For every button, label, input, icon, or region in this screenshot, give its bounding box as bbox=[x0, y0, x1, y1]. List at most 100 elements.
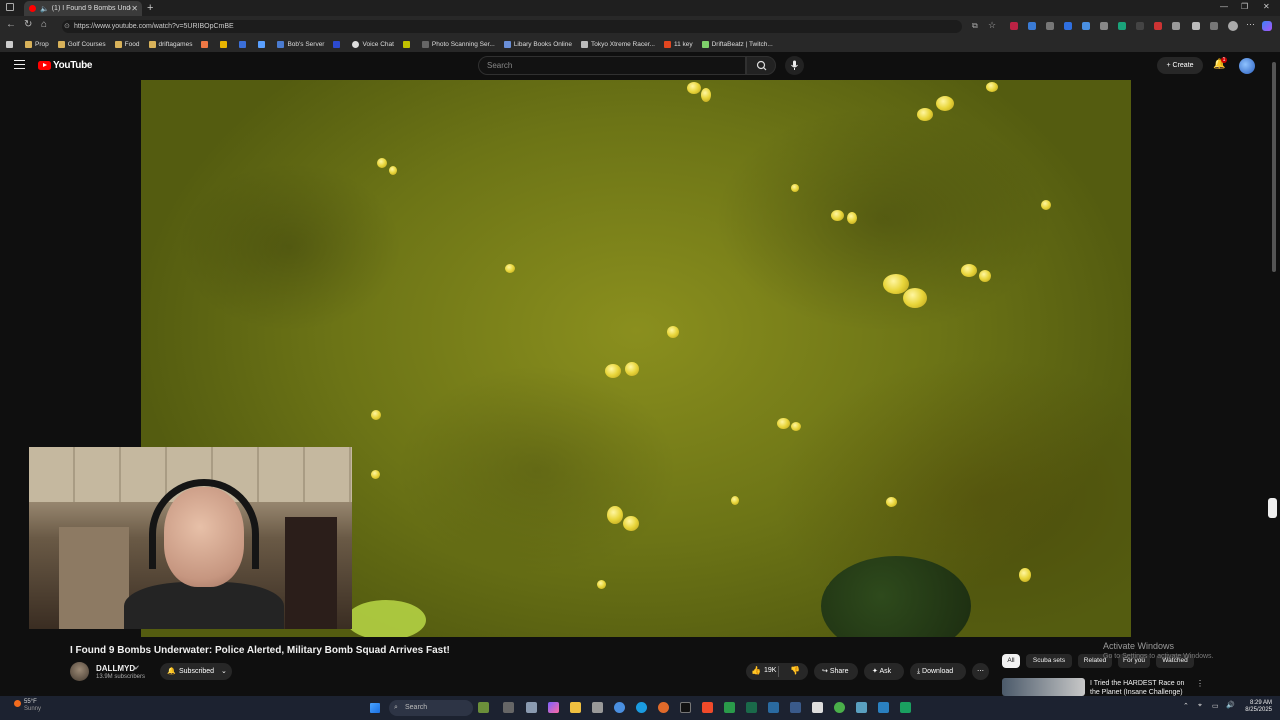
thumbs-down-icon[interactable]: 👎 bbox=[790, 666, 800, 675]
voice-search-button[interactable] bbox=[785, 56, 804, 75]
minimize-icon[interactable]: — bbox=[1220, 2, 1228, 11]
site-info-icon[interactable]: ⊙ bbox=[64, 22, 70, 30]
app-icon[interactable] bbox=[746, 702, 757, 713]
excel-icon[interactable] bbox=[724, 702, 735, 713]
like-count[interactable]: 19K bbox=[764, 667, 776, 674]
taskbar-search[interactable]: ⌕ Search bbox=[389, 700, 473, 716]
tray-monitor-icon[interactable]: ▭ bbox=[1212, 702, 1219, 710]
bookmark-11-key[interactable]: 11 key bbox=[663, 40, 693, 48]
account-avatar[interactable] bbox=[1239, 58, 1255, 74]
chip-all[interactable]: All bbox=[1002, 654, 1020, 668]
brave-icon[interactable] bbox=[702, 702, 713, 713]
maps-icon[interactable] bbox=[834, 702, 845, 713]
side-widget[interactable] bbox=[1268, 498, 1277, 518]
home-icon[interactable]: ⌂ bbox=[41, 19, 47, 30]
extension-icon[interactable] bbox=[1136, 22, 1144, 30]
bookmark-tokyo-xtreme[interactable]: Tokyo Xtreme Racer... bbox=[580, 40, 655, 48]
channel-name[interactable]: DALLMYD bbox=[96, 664, 135, 673]
bookmark-star-icon[interactable]: ☆ bbox=[988, 20, 996, 31]
app-icon[interactable] bbox=[900, 702, 911, 713]
tray-volume-icon[interactable]: 🔊 bbox=[1226, 701, 1235, 709]
copilot-icon[interactable] bbox=[1262, 21, 1272, 31]
channel-avatar[interactable] bbox=[70, 662, 89, 681]
extension-icon[interactable] bbox=[1100, 22, 1108, 30]
extension-icon[interactable] bbox=[1154, 22, 1162, 30]
bookmark-photo-scanning[interactable]: Photo Scanning Ser... bbox=[421, 40, 495, 48]
task-view-icon[interactable] bbox=[503, 702, 514, 713]
tray-location-icon[interactable]: ⌖ bbox=[1198, 702, 1202, 710]
share-button[interactable]: ↪ Share bbox=[814, 663, 858, 680]
tray-chevron-up-icon[interactable]: ⌃ bbox=[1183, 702, 1189, 710]
windows-start-icon[interactable] bbox=[370, 703, 380, 713]
terminal-icon[interactable] bbox=[680, 702, 691, 713]
download-button[interactable]: ⤓ Download bbox=[910, 663, 966, 680]
extension-icon[interactable] bbox=[1064, 22, 1072, 30]
recommendation-more-icon[interactable]: ⋮ bbox=[1196, 679, 1204, 688]
bookmark-icon-only[interactable] bbox=[402, 40, 413, 48]
bookmark-icon-only[interactable] bbox=[239, 40, 249, 48]
app-icon[interactable] bbox=[614, 702, 625, 713]
subscribed-button[interactable]: 🔔 Subscribed ⌄ bbox=[160, 663, 232, 680]
extension-icon[interactable] bbox=[1010, 22, 1018, 30]
recommended-video-title[interactable]: I Tried the HARDEST Race on the Planet (… bbox=[1090, 679, 1190, 696]
file-explorer-icon[interactable] bbox=[570, 702, 581, 713]
app-icon[interactable] bbox=[856, 702, 867, 713]
bookmark-prop[interactable]: Prop bbox=[25, 40, 49, 48]
bookmark-icon-only[interactable] bbox=[333, 40, 343, 48]
close-window-icon[interactable]: ✕ bbox=[1263, 2, 1270, 11]
recommended-video-thumbnail[interactable] bbox=[1002, 678, 1085, 696]
extension-icon[interactable] bbox=[1118, 22, 1126, 30]
new-tab-button[interactable]: + bbox=[147, 2, 153, 14]
settings-gear-icon[interactable] bbox=[526, 702, 537, 713]
extensions-puzzle-icon[interactable] bbox=[1192, 22, 1200, 30]
bookmark-icon-only[interactable] bbox=[201, 40, 211, 48]
bookmark-folder-icon[interactable] bbox=[6, 40, 16, 48]
thumbs-up-icon[interactable]: 👍 bbox=[751, 666, 761, 675]
bookmark-food[interactable]: Food bbox=[114, 40, 140, 48]
app-icon[interactable] bbox=[768, 702, 779, 713]
bookmark-library-books[interactable]: Libary Books Online bbox=[503, 40, 572, 48]
app-icon[interactable] bbox=[812, 702, 823, 713]
install-app-icon[interactable]: ⧉ bbox=[972, 21, 978, 31]
search-button[interactable] bbox=[746, 56, 776, 75]
bookmark-driftagames[interactable]: driftagames bbox=[148, 40, 192, 48]
page-scrollbar[interactable] bbox=[1272, 62, 1276, 272]
store-icon[interactable] bbox=[592, 702, 603, 713]
copilot-app-icon[interactable] bbox=[548, 702, 559, 713]
hamburger-menu-icon[interactable] bbox=[14, 60, 25, 69]
ask-button[interactable]: ✦ Ask bbox=[864, 663, 904, 680]
restore-icon[interactable]: ❐ bbox=[1241, 2, 1248, 11]
reload-icon[interactable]: ↻ bbox=[24, 19, 32, 30]
taskbar-clock[interactable]: 8:29 AM 8/25/2025 bbox=[1240, 700, 1272, 714]
bookmark-voice-chat[interactable]: Voice Chat bbox=[352, 40, 394, 48]
chip-scuba-sets[interactable]: Scuba sets bbox=[1026, 654, 1072, 668]
bookmark-bobs-server[interactable]: Bob's Server bbox=[277, 40, 324, 48]
taskbar-widget-icon[interactable] bbox=[478, 702, 489, 713]
extension-icon[interactable] bbox=[1028, 22, 1036, 30]
bookmark-icon-only[interactable] bbox=[220, 40, 230, 48]
firefox-icon[interactable] bbox=[658, 702, 669, 713]
favorites-icon[interactable] bbox=[1210, 22, 1218, 30]
extension-icon[interactable] bbox=[1046, 22, 1054, 30]
more-actions-button[interactable]: ⋯ bbox=[972, 663, 989, 680]
speaker-icon: 🔈 bbox=[40, 5, 49, 13]
tab-actions-icon[interactable] bbox=[6, 3, 14, 11]
create-button[interactable]: + Create bbox=[1157, 57, 1203, 74]
bookmark-icon-only[interactable] bbox=[258, 40, 268, 48]
app-icon[interactable] bbox=[790, 702, 801, 713]
app-icon[interactable] bbox=[878, 702, 889, 713]
more-menu-icon[interactable]: ⋯ bbox=[1246, 19, 1255, 30]
close-tab-icon[interactable]: ✕ bbox=[131, 4, 138, 13]
youtube-logo[interactable]: YouTube bbox=[38, 60, 93, 71]
weather-widget[interactable]: 55°F Sunny bbox=[24, 699, 41, 713]
profile-icon[interactable] bbox=[1228, 21, 1238, 31]
extension-icon[interactable] bbox=[1172, 22, 1180, 30]
bookmark-golf-courses[interactable]: Golf Courses bbox=[57, 40, 106, 48]
browser-tab-active[interactable]: 🔈 (1) I Found 9 Bombs Underw... ✕ bbox=[24, 1, 142, 16]
extension-icon[interactable] bbox=[1082, 22, 1090, 30]
search-input[interactable]: Search bbox=[478, 56, 746, 75]
back-icon[interactable]: ← bbox=[6, 19, 16, 30]
bookmark-driftabeatz[interactable]: DriftaBeatz | Twitch... bbox=[701, 40, 773, 48]
url-field[interactable]: https://www.youtube.com/watch?v=5URIBOpC… bbox=[62, 20, 962, 33]
edge-browser-icon[interactable] bbox=[636, 702, 647, 713]
